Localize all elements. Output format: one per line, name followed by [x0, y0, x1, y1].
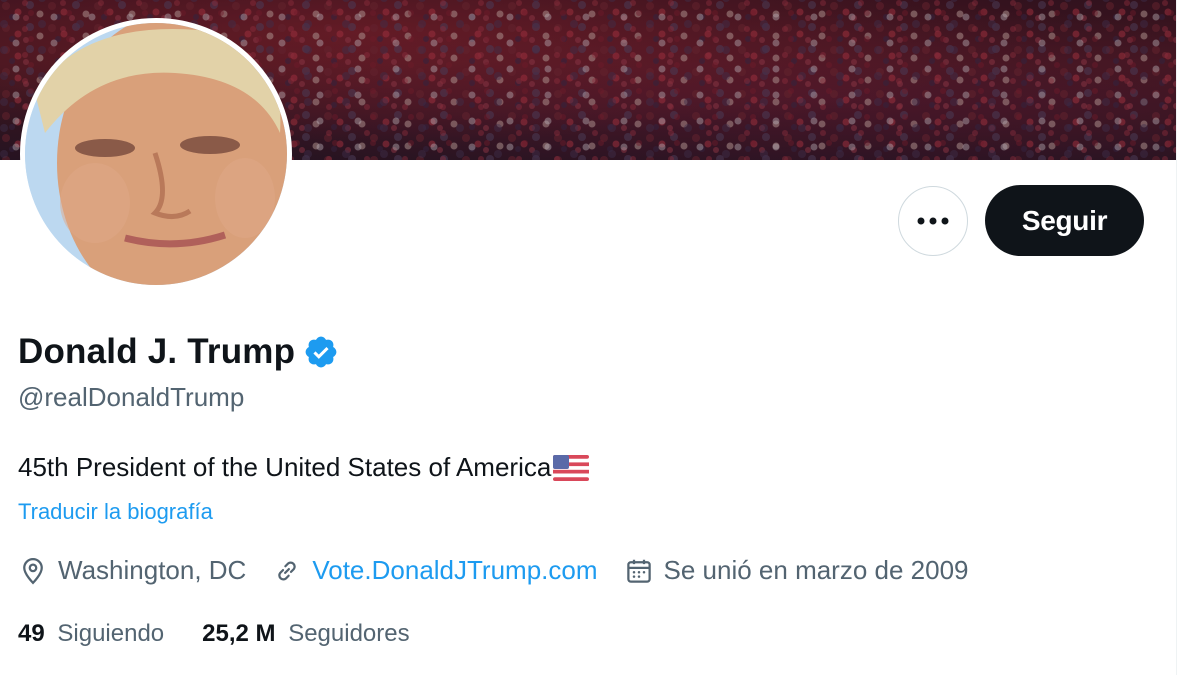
location-item: Washington, DC	[18, 555, 246, 586]
website-item: Vote.DonaldJTrump.com	[272, 555, 598, 586]
avatar-photo	[25, 23, 287, 285]
joined-text: Se unió en marzo de 2009	[663, 555, 969, 585]
profile-bio: 45th President of the United States of A…	[18, 452, 590, 483]
profile-meta: Washington, DC Vote.DonaldJTrump.com Se …	[18, 555, 995, 586]
location-pin-icon	[23, 557, 43, 584]
translate-bio-link[interactable]: Traducir la biografía	[18, 499, 213, 525]
profile-handle: @realDonaldTrump	[18, 382, 245, 412]
verified-badge-icon[interactable]	[303, 334, 339, 370]
profile-name-row: Donald J. Trump	[18, 332, 339, 372]
following-label: Siguiendo	[57, 620, 165, 647]
website-link[interactable]: Vote.DonaldJTrump.com	[312, 555, 597, 586]
more-options-button[interactable]	[898, 186, 968, 256]
location-text: Washington, DC	[58, 555, 247, 585]
calendar-icon	[626, 559, 651, 583]
joined-item: Se unió en marzo de 2009	[624, 555, 969, 586]
us-flag-emoji	[553, 454, 590, 481]
follow-stats: 49 Siguiendo 25,2 M Seguidores	[18, 620, 448, 648]
page-edge	[1176, 0, 1200, 675]
display-name: Donald J. Trump	[18, 332, 296, 371]
followers-label: Seguidores	[288, 620, 410, 647]
link-icon	[278, 561, 297, 580]
following-link[interactable]: 49 Siguiendo	[18, 620, 164, 648]
follow-button[interactable]: Seguir	[985, 185, 1144, 256]
followers-link[interactable]: 25,2 M Seguidores	[202, 620, 409, 648]
profile-avatar[interactable]	[20, 18, 292, 290]
bio-text: 45th President of the United States of A…	[18, 452, 552, 482]
more-horizontal-icon	[917, 217, 949, 225]
followers-count: 25,2 M	[202, 620, 276, 647]
following-count: 49	[18, 620, 45, 647]
